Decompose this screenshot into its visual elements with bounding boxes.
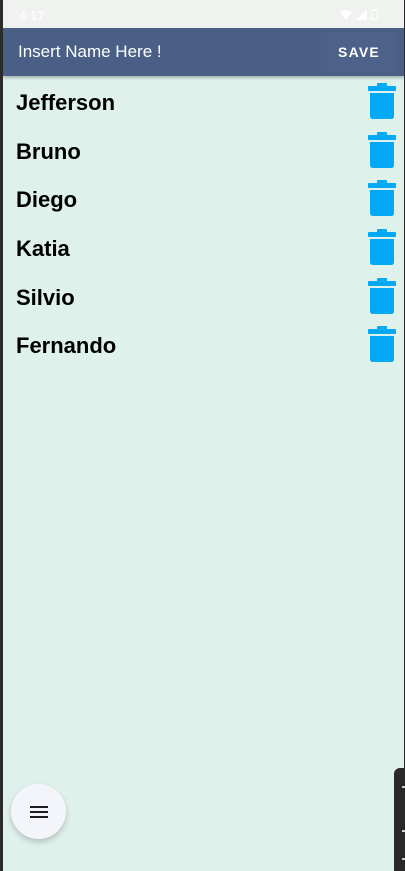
list-item-label: Fernando bbox=[16, 333, 117, 359]
list-item-label: Diego bbox=[16, 187, 78, 213]
battery-icon bbox=[371, 9, 378, 20]
list-item-label: Jefferson bbox=[16, 90, 116, 115]
status-time: 4:17 bbox=[19, 8, 45, 23]
trash-icon[interactable] bbox=[368, 229, 396, 266]
list-item: Silvio bbox=[3, 273, 404, 322]
trash-icon[interactable] bbox=[368, 131, 396, 168]
menu-fab[interactable] bbox=[11, 784, 66, 839]
list-item-label: Bruno bbox=[16, 138, 81, 164]
menu-icon bbox=[29, 805, 48, 818]
trash-icon[interactable] bbox=[368, 277, 396, 314]
trash-icon[interactable] bbox=[368, 180, 396, 217]
list-item: Jefferson bbox=[3, 78, 404, 127]
app-bar: SAVE bbox=[3, 28, 404, 76]
save-button[interactable]: SAVE bbox=[321, 32, 397, 72]
signal-icon bbox=[356, 9, 367, 20]
wifi-icon bbox=[340, 9, 352, 20]
status-bar: 4:17 bbox=[3, 0, 404, 28]
list-item-label: Silvio bbox=[16, 284, 75, 310]
side-panel-edge bbox=[394, 768, 405, 871]
list-item: Bruno bbox=[3, 127, 404, 176]
list-item-label: Katia bbox=[16, 236, 70, 262]
status-icons bbox=[340, 9, 378, 20]
list-item: Katia bbox=[3, 224, 404, 273]
trash-icon[interactable] bbox=[368, 326, 396, 363]
name-input[interactable] bbox=[9, 34, 327, 70]
names-list: Jefferson Bruno Diego Katia Silvio Ferna… bbox=[3, 78, 404, 370]
list-item: Diego bbox=[3, 175, 404, 224]
list-item: Fernando bbox=[3, 321, 404, 370]
trash-icon[interactable] bbox=[368, 83, 396, 119]
app-screen: 4:17 SAVE Jefferson B bbox=[3, 0, 404, 871]
